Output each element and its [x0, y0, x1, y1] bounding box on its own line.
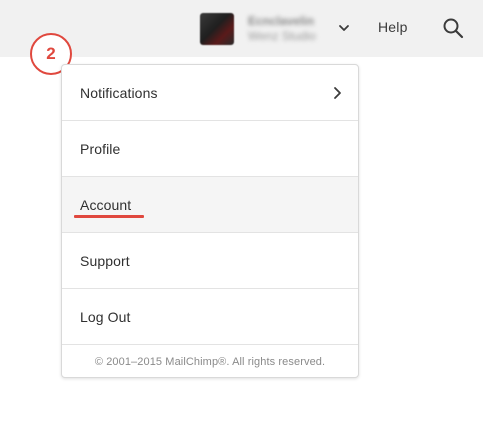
search-icon[interactable] — [442, 17, 464, 39]
account-switcher[interactable]: Ecnclavelin Wenz Studio — [200, 12, 316, 46]
menu-item-label: Notifications — [80, 84, 158, 101]
menu-item-label: Log Out — [80, 308, 131, 325]
menu-item-account[interactable]: Account — [62, 177, 358, 233]
account-org: Wenz Studio — [248, 29, 316, 43]
menu-item-profile[interactable]: Profile — [62, 121, 358, 177]
chevron-right-icon — [334, 87, 341, 99]
menu-item-label: Account — [80, 196, 132, 213]
selected-underline — [74, 215, 144, 218]
account-info: Ecnclavelin Wenz Studio — [248, 14, 316, 44]
menu-item-log-out[interactable]: Log Out — [62, 289, 358, 345]
menu-item-label: Profile — [80, 140, 121, 157]
menu-item-label: Support — [80, 252, 130, 269]
menu-item-notifications[interactable]: Notifications — [62, 65, 358, 121]
help-link[interactable]: Help — [378, 19, 408, 35]
account-avatar — [200, 13, 234, 45]
top-bar: Ecnclavelin Wenz Studio Help — [0, 0, 483, 57]
account-name: Ecnclavelin — [248, 14, 315, 28]
copyright-footer: © 2001–2015 MailChimp®. All rights reser… — [94, 355, 326, 368]
account-dropdown-menu: Notifications Profile Account Support Lo… — [61, 64, 359, 378]
chevron-down-icon[interactable] — [336, 20, 352, 36]
menu-item-support[interactable]: Support — [62, 233, 358, 289]
